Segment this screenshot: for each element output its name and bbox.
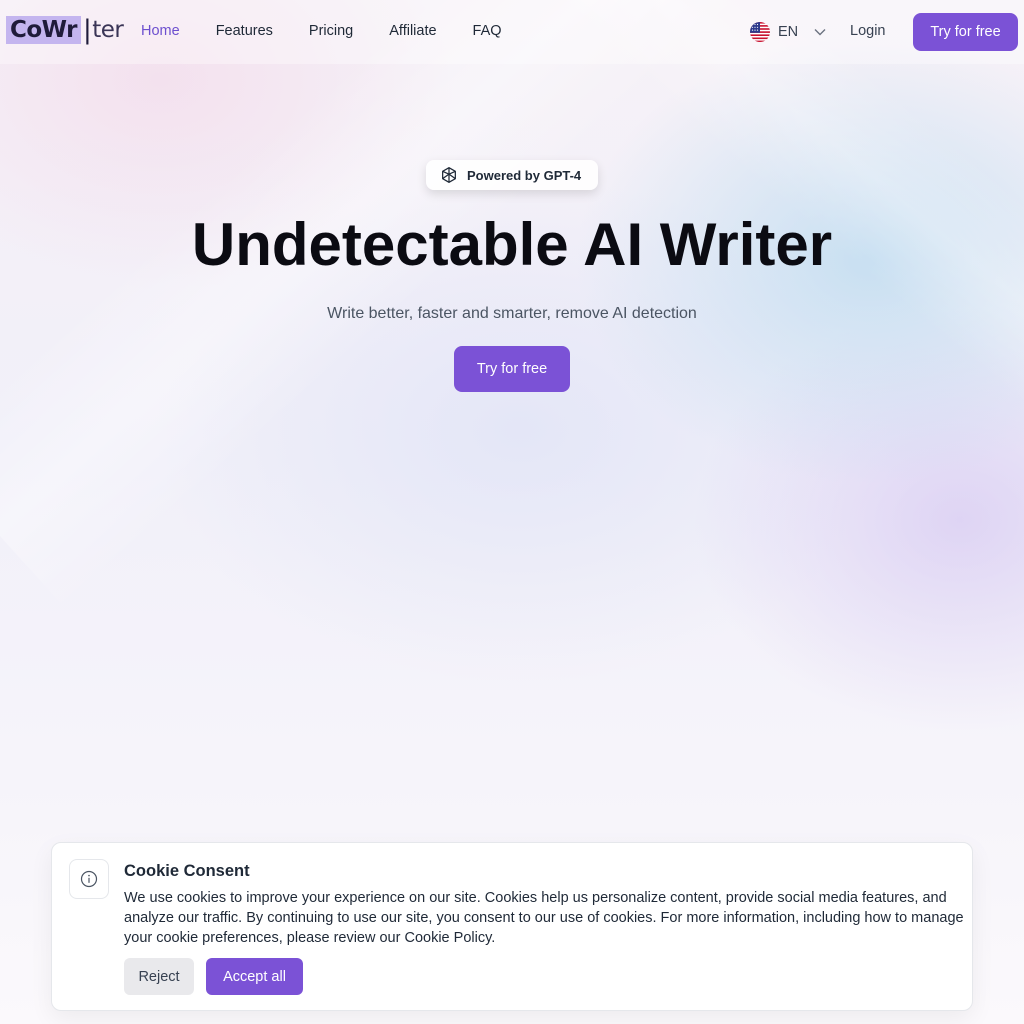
nav-item-faq[interactable]: FAQ xyxy=(473,23,502,39)
logo[interactable]: CoWr | ter xyxy=(6,15,124,45)
openai-logo-icon xyxy=(442,167,456,183)
try-for-free-button[interactable]: Try for free xyxy=(913,13,1018,51)
info-icon xyxy=(69,859,109,899)
nav-item-home[interactable]: Home xyxy=(141,23,180,39)
logo-highlight-text: CoWr xyxy=(6,16,81,44)
logo-text-cursor: | xyxy=(83,15,92,45)
us-flag-icon xyxy=(750,22,770,42)
hero-try-for-free-button[interactable]: Try for free xyxy=(454,346,570,392)
powered-by-label: Powered by GPT-4 xyxy=(467,167,582,183)
accept-all-button[interactable]: Accept all xyxy=(206,958,303,995)
cookie-consent-text: We use cookies to improve your experienc… xyxy=(124,890,964,946)
language-code: EN xyxy=(778,24,799,40)
cookie-consent-title: Cookie Consent xyxy=(124,862,250,880)
reject-button[interactable]: Reject xyxy=(124,958,194,995)
hero-subtitle: Write better, faster and smarter, remove… xyxy=(327,305,697,322)
nav-item-pricing[interactable]: Pricing xyxy=(309,23,353,39)
nav-item-affiliate[interactable]: Affiliate xyxy=(389,23,436,39)
page-title: Undetectable AI Writer xyxy=(191,211,833,278)
nav-item-features[interactable]: Features xyxy=(216,23,273,39)
login-link[interactable]: Login xyxy=(850,23,885,39)
cookie-consent-banner: Cookie Consent We use cookies to improve… xyxy=(51,842,973,1011)
language-selector[interactable]: EN xyxy=(750,22,826,42)
logo-rest-text: ter xyxy=(92,17,124,43)
powered-by-badge: Powered by GPT-4 xyxy=(426,160,598,190)
main-nav: Home Features Pricing Affiliate FAQ xyxy=(141,23,538,39)
chevron-down-icon xyxy=(814,28,826,36)
site-header: CoWr | ter Home Features Pricing Affilia… xyxy=(0,0,1024,64)
